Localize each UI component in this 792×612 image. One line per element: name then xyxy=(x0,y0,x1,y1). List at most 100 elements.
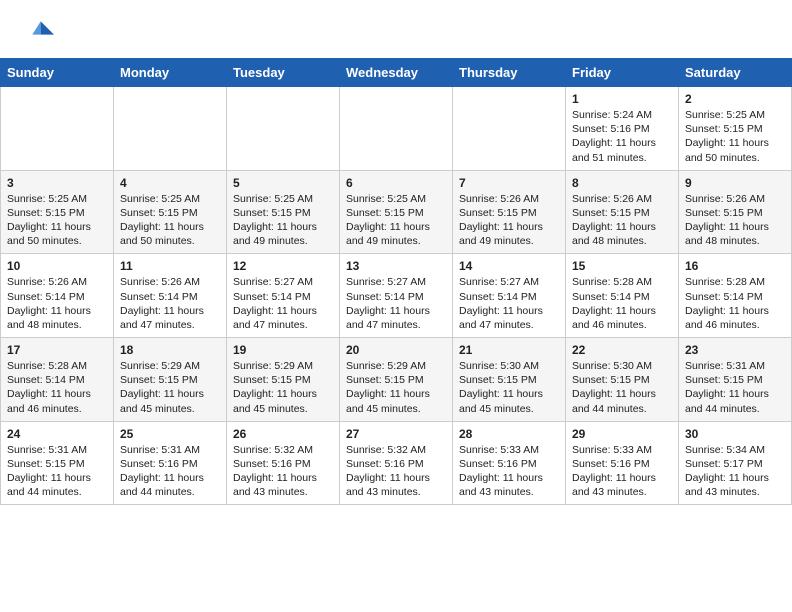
calendar-cell: 25 Sunrise: 5:31 AM Sunset: 5:16 PM Dayli… xyxy=(114,421,227,505)
day-info: Sunrise: 5:26 AM Sunset: 5:15 PM Dayligh… xyxy=(685,192,785,249)
day-number: 23 xyxy=(685,343,785,357)
day-info: Sunrise: 5:26 AM Sunset: 5:15 PM Dayligh… xyxy=(459,192,559,249)
day-number: 27 xyxy=(346,427,446,441)
day-number: 26 xyxy=(233,427,333,441)
calendar-cell: 21 Sunrise: 5:30 AM Sunset: 5:15 PM Dayli… xyxy=(453,338,566,422)
day-info: Sunrise: 5:31 AM Sunset: 5:16 PM Dayligh… xyxy=(120,443,220,500)
calendar-cell: 17 Sunrise: 5:28 AM Sunset: 5:14 PM Dayli… xyxy=(1,338,114,422)
day-info: Sunrise: 5:32 AM Sunset: 5:16 PM Dayligh… xyxy=(233,443,333,500)
calendar-cell: 2 Sunrise: 5:25 AM Sunset: 5:15 PM Daylig… xyxy=(679,87,792,171)
day-number: 18 xyxy=(120,343,220,357)
calendar-cell: 27 Sunrise: 5:32 AM Sunset: 5:16 PM Dayli… xyxy=(340,421,453,505)
logo xyxy=(24,18,58,48)
day-info: Sunrise: 5:25 AM Sunset: 5:15 PM Dayligh… xyxy=(7,192,107,249)
calendar-header-friday: Friday xyxy=(566,59,679,87)
calendar-cell: 26 Sunrise: 5:32 AM Sunset: 5:16 PM Dayli… xyxy=(227,421,340,505)
day-number: 9 xyxy=(685,176,785,190)
calendar-header-wednesday: Wednesday xyxy=(340,59,453,87)
calendar-header-thursday: Thursday xyxy=(453,59,566,87)
calendar-header-tuesday: Tuesday xyxy=(227,59,340,87)
day-number: 10 xyxy=(7,259,107,273)
day-number: 3 xyxy=(7,176,107,190)
day-number: 24 xyxy=(7,427,107,441)
day-info: Sunrise: 5:29 AM Sunset: 5:15 PM Dayligh… xyxy=(120,359,220,416)
calendar-cell: 5 Sunrise: 5:25 AM Sunset: 5:15 PM Daylig… xyxy=(227,170,340,254)
day-info: Sunrise: 5:34 AM Sunset: 5:17 PM Dayligh… xyxy=(685,443,785,500)
day-number: 30 xyxy=(685,427,785,441)
day-info: Sunrise: 5:25 AM Sunset: 5:15 PM Dayligh… xyxy=(346,192,446,249)
logo-icon xyxy=(24,18,54,48)
calendar-week-0: 1 Sunrise: 5:24 AM Sunset: 5:16 PM Daylig… xyxy=(1,87,792,171)
day-info: Sunrise: 5:26 AM Sunset: 5:15 PM Dayligh… xyxy=(572,192,672,249)
day-number: 20 xyxy=(346,343,446,357)
day-info: Sunrise: 5:27 AM Sunset: 5:14 PM Dayligh… xyxy=(459,275,559,332)
calendar-cell: 19 Sunrise: 5:29 AM Sunset: 5:15 PM Dayli… xyxy=(227,338,340,422)
calendar-cell: 16Sunrise: 5:28 AM Sunset: 5:14 PM Dayli… xyxy=(679,254,792,338)
day-info: Sunrise: 5:28 AM Sunset: 5:14 PM Dayligh… xyxy=(7,359,107,416)
day-number: 5 xyxy=(233,176,333,190)
calendar-cell: 13 Sunrise: 5:27 AM Sunset: 5:14 PM Dayli… xyxy=(340,254,453,338)
day-number: 14 xyxy=(459,259,559,273)
day-number: 15 xyxy=(572,259,672,273)
calendar-cell: 23 Sunrise: 5:31 AM Sunset: 5:15 PM Dayli… xyxy=(679,338,792,422)
calendar-cell: 11Sunrise: 5:26 AM Sunset: 5:14 PM Dayli… xyxy=(114,254,227,338)
calendar-cell: 28 Sunrise: 5:33 AM Sunset: 5:16 PM Dayli… xyxy=(453,421,566,505)
day-info: Sunrise: 5:30 AM Sunset: 5:15 PM Dayligh… xyxy=(572,359,672,416)
calendar-cell: 10Sunrise: 5:26 AM Sunset: 5:14 PM Dayli… xyxy=(1,254,114,338)
calendar-cell: 12 Sunrise: 5:27 AM Sunset: 5:14 PM Dayli… xyxy=(227,254,340,338)
day-info: Sunrise: 5:28 AM Sunset: 5:14 PM Dayligh… xyxy=(572,275,672,332)
day-info: Sunrise: 5:31 AM Sunset: 5:15 PM Dayligh… xyxy=(685,359,785,416)
calendar-cell: 24 Sunrise: 5:31 AM Sunset: 5:15 PM Dayli… xyxy=(1,421,114,505)
calendar-cell: 15 Sunrise: 5:28 AM Sunset: 5:14 PM Dayli… xyxy=(566,254,679,338)
day-info: Sunrise: 5:32 AM Sunset: 5:16 PM Dayligh… xyxy=(346,443,446,500)
day-number: 28 xyxy=(459,427,559,441)
day-info: Sunrise: 5:33 AM Sunset: 5:16 PM Dayligh… xyxy=(572,443,672,500)
calendar-cell xyxy=(340,87,453,171)
day-number: 6 xyxy=(346,176,446,190)
calendar-week-2: 10 Sunrise: 5:26 AM Sunset: 5:14 PM Dayli… xyxy=(1,254,792,338)
day-info: Sunrise: 5:31 AM Sunset: 5:15 PM Dayligh… xyxy=(7,443,107,500)
calendar-cell: 14 Sunrise: 5:27 AM Sunset: 5:14 PM Dayli… xyxy=(453,254,566,338)
day-info: Sunrise: 5:24 AM Sunset: 5:16 PM Dayligh… xyxy=(572,108,672,165)
calendar-cell: 6 Sunrise: 5:25 AM Sunset: 5:15 PM Daylig… xyxy=(340,170,453,254)
calendar-cell: 30 Sunrise: 5:34 AM Sunset: 5:17 PM Dayli… xyxy=(679,421,792,505)
day-number: 1 xyxy=(572,92,672,106)
calendar-cell xyxy=(453,87,566,171)
day-number: 13 xyxy=(346,259,446,273)
day-number: 19 xyxy=(233,343,333,357)
calendar-cell xyxy=(114,87,227,171)
calendar-cell: 18 Sunrise: 5:29 AM Sunset: 5:15 PM Dayli… xyxy=(114,338,227,422)
day-info: Sunrise: 5:25 AM Sunset: 5:15 PM Dayligh… xyxy=(685,108,785,165)
day-number: 22 xyxy=(572,343,672,357)
day-number: 25 xyxy=(120,427,220,441)
day-info: Sunrise: 5:25 AM Sunset: 5:15 PM Dayligh… xyxy=(233,192,333,249)
calendar-cell: 1 Sunrise: 5:24 AM Sunset: 5:16 PM Daylig… xyxy=(566,87,679,171)
calendar-cell xyxy=(1,87,114,171)
day-info: Sunrise: 5:25 AM Sunset: 5:15 PM Dayligh… xyxy=(120,192,220,249)
page-header xyxy=(0,0,792,58)
day-number: 2 xyxy=(685,92,785,106)
calendar-header-sunday: Sunday xyxy=(1,59,114,87)
calendar-cell: 20Sunrise: 5:29 AM Sunset: 5:15 PM Dayli… xyxy=(340,338,453,422)
day-info: Sunrise: 5:26 AM Sunset: 5:14 PM Dayligh… xyxy=(120,275,220,332)
calendar-week-4: 24 Sunrise: 5:31 AM Sunset: 5:15 PM Dayli… xyxy=(1,421,792,505)
day-number: 12 xyxy=(233,259,333,273)
calendar-cell xyxy=(227,87,340,171)
calendar-cell: 8 Sunrise: 5:26 AM Sunset: 5:15 PM Daylig… xyxy=(566,170,679,254)
calendar-cell: 9 Sunrise: 5:26 AM Sunset: 5:15 PM Daylig… xyxy=(679,170,792,254)
day-number: 8 xyxy=(572,176,672,190)
calendar-cell: 7 Sunrise: 5:26 AM Sunset: 5:15 PM Daylig… xyxy=(453,170,566,254)
day-number: 17 xyxy=(7,343,107,357)
day-info: Sunrise: 5:29 AM Sunset: 5:15 PM Dayligh… xyxy=(233,359,333,416)
calendar-header-saturday: Saturday xyxy=(679,59,792,87)
day-info: Sunrise: 5:30 AM Sunset: 5:15 PM Dayligh… xyxy=(459,359,559,416)
calendar-header-row: SundayMondayTuesdayWednesdayThursdayFrid… xyxy=(1,59,792,87)
calendar-cell: 22 Sunrise: 5:30 AM Sunset: 5:15 PM Dayli… xyxy=(566,338,679,422)
day-number: 7 xyxy=(459,176,559,190)
day-info: Sunrise: 5:33 AM Sunset: 5:16 PM Dayligh… xyxy=(459,443,559,500)
day-number: 21 xyxy=(459,343,559,357)
calendar-week-3: 17 Sunrise: 5:28 AM Sunset: 5:14 PM Dayli… xyxy=(1,338,792,422)
day-info: Sunrise: 5:27 AM Sunset: 5:14 PM Dayligh… xyxy=(233,275,333,332)
calendar-header-monday: Monday xyxy=(114,59,227,87)
day-info: Sunrise: 5:27 AM Sunset: 5:14 PM Dayligh… xyxy=(346,275,446,332)
